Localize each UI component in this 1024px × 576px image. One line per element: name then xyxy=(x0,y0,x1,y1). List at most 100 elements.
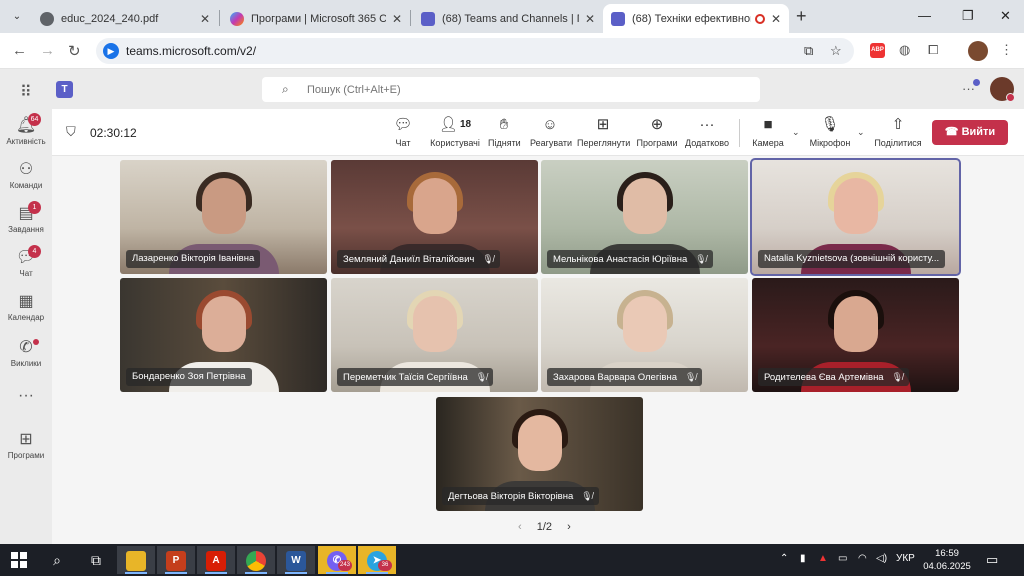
presence-busy-icon xyxy=(1006,93,1015,102)
bell-icon: 🔔︎ xyxy=(15,117,37,134)
participant-tile[interactable]: Родителева Єва Артемівна 🎙︎̸ xyxy=(752,278,959,392)
tray-usb-icon[interactable]: ▮ xyxy=(800,553,806,564)
camera-button[interactable]: ■ Камера xyxy=(752,115,784,153)
apps-button[interactable]: ⊕ Програми xyxy=(636,115,678,153)
app-launcher-icon[interactable]: ⠿ xyxy=(20,82,32,102)
teams-group-icon: ⚇ xyxy=(18,161,34,178)
reload-icon[interactable]: ↻ xyxy=(68,42,81,60)
people-button[interactable]: 👤︎ 18 Користувачі xyxy=(428,115,482,153)
tray-wifi-icon[interactable]: ◠ xyxy=(858,553,867,564)
rail-item-apps[interactable]: ⊞ Програми xyxy=(0,425,52,469)
participant-tile[interactable]: Дегтьова Вікторія Вікторівна 🎙︎̸ xyxy=(436,397,643,511)
chevron-down-icon[interactable]: ⌄ xyxy=(857,127,865,138)
extensions-puzzle-icon[interactable]: ⧠ xyxy=(928,42,938,58)
tray-language[interactable]: УКР xyxy=(896,553,915,564)
browser-tab-m365[interactable]: Програми | Microsoft 365 Copi ✕ xyxy=(222,4,410,33)
user-avatar[interactable] xyxy=(990,77,1015,102)
browser-tab-teams-channels[interactable]: (68) Teams and Channels | Пер ✕ xyxy=(413,4,603,33)
rail-item-calendar[interactable]: ▦ Календар xyxy=(0,287,52,331)
more-actions-button[interactable]: ··· Додатково xyxy=(684,115,730,153)
rail-more-button[interactable]: ··· xyxy=(0,383,52,427)
chevron-down-icon[interactable]: ⌄ xyxy=(792,127,800,138)
rail-item-tasks[interactable]: ▤ Завдання 1 xyxy=(0,199,52,243)
search-box[interactable]: ⌕ xyxy=(262,77,760,102)
minimize-icon[interactable]: — xyxy=(918,8,931,23)
raise-hand-button[interactable]: ✋︎ Підняти xyxy=(488,115,521,153)
browser-tab-strip: ⌄ educ_2024_240.pdf ✕ Програми | Microso… xyxy=(0,0,1024,33)
install-app-icon[interactable]: ⧉ xyxy=(804,43,813,59)
rail-item-teams[interactable]: ⚇ Команди xyxy=(0,155,52,199)
acrobat-icon[interactable]: A xyxy=(197,546,235,574)
notifications-icon[interactable]: ▭ xyxy=(986,552,998,568)
people-icon: 👤︎ xyxy=(438,116,458,133)
task-view-icon[interactable]: ⧉ xyxy=(77,546,115,574)
participant-tile-active-speaker[interactable]: Natalia Kyznietsova (зовнішній користу..… xyxy=(750,158,961,276)
forward-icon[interactable]: → xyxy=(40,42,55,59)
app-rail: 🔔︎ Активність 64 ⚇ Команди ▤ Завдання 1 … xyxy=(0,109,52,544)
telegram-icon[interactable]: ➤ 36 xyxy=(358,546,396,574)
tray-chevron-up-icon[interactable]: ⌃ xyxy=(780,553,788,564)
windows-start-icon[interactable] xyxy=(11,552,27,568)
chat-icon: 💬︎ xyxy=(393,116,413,133)
mic-off-icon: 🎙︎̸ xyxy=(695,254,707,264)
restore-icon[interactable]: ❐ xyxy=(962,8,974,24)
calls-dot xyxy=(33,339,39,345)
browser-menu-icon[interactable]: ⋮ xyxy=(1000,42,1013,58)
phone-icon: ✆ xyxy=(19,339,33,356)
adblock-extension-icon[interactable]: ABP xyxy=(870,43,885,58)
view-button[interactable]: ⊞ Переглянути xyxy=(577,115,630,153)
search-icon[interactable]: ⌕ xyxy=(38,546,76,574)
tray-battery-icon[interactable]: ▭ xyxy=(838,553,847,564)
browser-tab-meeting-active[interactable]: (68) Техніки ефективного ✕ xyxy=(603,4,789,33)
mic-button[interactable]: 🎙︎ Мікрофон xyxy=(808,115,852,153)
leave-button[interactable]: ☎︎ Вийти xyxy=(932,120,1008,145)
site-camera-icon[interactable]: ▶ xyxy=(103,43,119,59)
video-gallery: Лазаренко Вікторія Іванівна Земляний Дан… xyxy=(52,156,1024,544)
new-tab-button[interactable]: + xyxy=(796,6,807,27)
url-text[interactable]: teams.microsoft.com/v2/ xyxy=(126,44,256,58)
mic-off-icon: 🎙︎̸ xyxy=(581,491,593,501)
back-icon[interactable]: ← xyxy=(12,42,27,59)
close-icon[interactable]: ✕ xyxy=(200,12,210,26)
participant-tile[interactable]: Бондаренко Зоя Петрівна xyxy=(120,278,327,392)
participant-tile[interactable]: Переметчик Таїсія Сергіївна 🎙︎̸ xyxy=(331,278,538,392)
meeting-toolbar: ⛉ 02:30:12 💬︎ Чат 👤︎ 18 Користувачі ✋︎ Пі… xyxy=(52,109,1024,156)
tab-search-icon[interactable]: ⌄ xyxy=(8,8,26,26)
close-icon[interactable]: ✕ xyxy=(771,12,781,26)
participant-tile[interactable]: Лазаренко Вікторія Іванівна xyxy=(120,160,327,274)
close-icon[interactable]: ✕ xyxy=(392,12,402,26)
viber-icon[interactable]: ✆ 243 xyxy=(318,546,356,574)
tray-app-icon[interactable]: ▲ xyxy=(818,553,828,564)
search-icon: ⌕ xyxy=(282,82,289,96)
tray-volume-icon[interactable]: ◁) xyxy=(876,553,887,564)
participant-name: Переметчик Таїсія Сергіївна 🎙︎̸ xyxy=(337,368,494,386)
participant-tile[interactable]: Мельнікова Анастасія Юріївна 🎙︎̸ xyxy=(541,160,748,274)
search-input[interactable] xyxy=(307,81,747,98)
react-button[interactable]: ☺ Реагувати xyxy=(530,115,572,153)
file-explorer-icon[interactable] xyxy=(117,546,155,574)
share-button[interactable]: ⇧ Поділитися xyxy=(874,115,922,153)
participant-name: Захарова Варвара Олегівна 🎙︎̸ xyxy=(547,368,703,386)
browser-profile-avatar[interactable] xyxy=(968,41,988,61)
address-bar[interactable]: ▶ teams.microsoft.com/v2/ ⧉ ☆ xyxy=(96,38,854,64)
chevron-right-icon[interactable]: › xyxy=(567,521,571,533)
participant-name: Земляний Даниїл Віталійович 🎙︎̸ xyxy=(337,250,500,268)
participant-tile[interactable]: Земляний Даниїл Віталійович 🎙︎̸ xyxy=(331,160,538,274)
chevron-left-icon[interactable]: ‹ xyxy=(518,521,522,533)
taskbar-clock[interactable]: 16:59 04.06.2025 xyxy=(920,547,974,573)
chrome-icon[interactable] xyxy=(237,546,275,574)
extension-globe-icon[interactable]: ◍ xyxy=(899,42,910,58)
chat-button[interactable]: 💬︎ Чат xyxy=(390,115,416,153)
close-window-icon[interactable]: ✕ xyxy=(1000,8,1011,24)
close-icon[interactable]: ✕ xyxy=(585,12,595,26)
word-icon[interactable]: W xyxy=(277,546,315,574)
bookmark-star-icon[interactable]: ☆ xyxy=(830,43,842,59)
powerpoint-icon[interactable]: P xyxy=(157,546,195,574)
smiley-icon: ☺ xyxy=(542,116,558,133)
tasks-icon: ▤ xyxy=(18,205,34,222)
rail-item-activity[interactable]: 🔔︎ Активність 64 xyxy=(0,111,52,155)
browser-tab-pdf[interactable]: educ_2024_240.pdf ✕ xyxy=(32,4,218,33)
rail-item-chat[interactable]: 💬︎ Чат 4 xyxy=(0,243,52,287)
participant-tile[interactable]: Захарова Варвара Олегівна 🎙︎̸ xyxy=(541,278,748,392)
rail-item-calls[interactable]: ✆ Виклики xyxy=(0,333,52,377)
